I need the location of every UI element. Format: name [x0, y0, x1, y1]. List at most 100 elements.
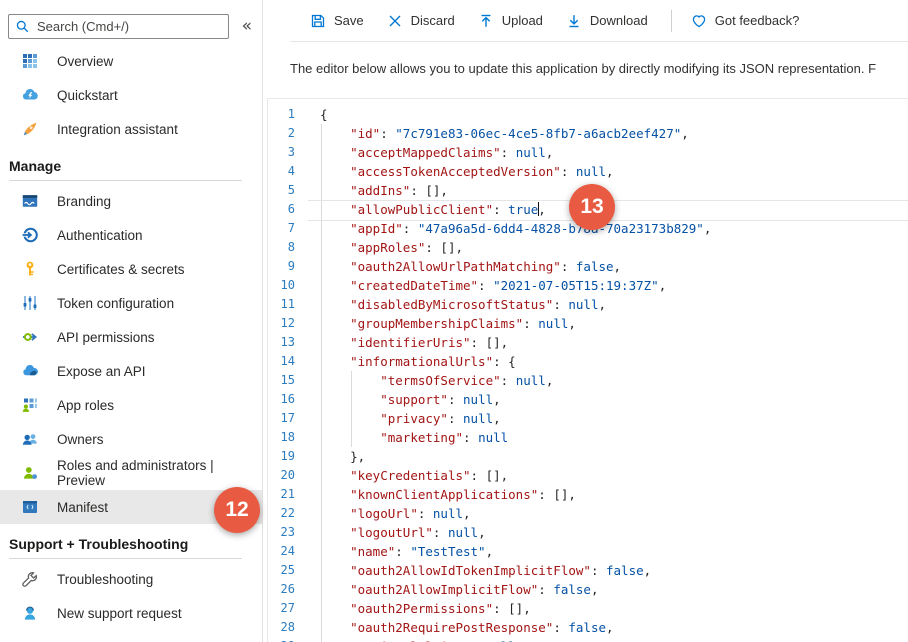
code-line-21[interactable]: 21 "knownClientApplications": [], [268, 485, 908, 504]
sidebar-item-certificates-secrets[interactable]: Certificates & secrets [0, 252, 262, 286]
token-configuration-icon [21, 294, 39, 312]
overview-icon [21, 52, 39, 70]
code-line-25[interactable]: 25 "oauth2AllowIdTokenImplicitFlow": fal… [268, 561, 908, 580]
toolbar-button-label: Download [590, 13, 648, 28]
editor-description: The editor below allows you to update th… [290, 61, 908, 76]
code-line-8[interactable]: 8 "appRoles": [], [268, 238, 908, 257]
code-text: "keyCredentials": [], [295, 466, 508, 485]
line-number: 23 [268, 523, 295, 542]
code-line-16[interactable]: 16 "support": null, [268, 390, 908, 409]
json-manifest-editor[interactable]: 1{2 "id": "7c791e83-06ec-4ce5-8fb7-a6acb… [267, 98, 908, 642]
sidebar: « Overview Quickstart Integration assistan… [0, 0, 263, 642]
code-line-22[interactable]: 22 "logoUrl": null, [268, 504, 908, 523]
toolbar-button-label: Upload [502, 13, 543, 28]
line-number: 21 [268, 485, 295, 504]
line-number: 25 [268, 561, 295, 580]
code-line-9[interactable]: 9 "oauth2AllowUrlPathMatching": false, [268, 257, 908, 276]
search-input[interactable] [35, 18, 222, 35]
got-feedback-button[interactable]: Got feedback? [691, 13, 800, 29]
sidebar-item-token-configuration[interactable]: Token configuration [0, 286, 262, 320]
code-text: "allowPublicClient": true, [295, 200, 546, 219]
sidebar-item-owners[interactable]: Owners [0, 422, 262, 456]
download-button[interactable]: Download [566, 13, 648, 29]
line-number: 2 [268, 124, 295, 143]
code-line-24[interactable]: 24 "name": "TestTest", [268, 542, 908, 561]
line-number: 8 [268, 238, 295, 257]
toolbar-button-label: Save [334, 13, 364, 28]
sidebar-searchbox[interactable] [8, 14, 229, 39]
api-permissions-icon [21, 328, 39, 346]
code-line-27[interactable]: 27 "oauth2Permissions": [], [268, 599, 908, 618]
code-text: "id": "7c791e83-06ec-4ce5-8fb7-a6acb2eef… [295, 124, 689, 143]
code-line-14[interactable]: 14 "informationalUrls": { [268, 352, 908, 371]
code-text: "identifierUris": [], [295, 333, 508, 352]
code-line-4[interactable]: 4 "accessTokenAcceptedVersion": null, [268, 162, 908, 181]
branding-icon [21, 192, 39, 210]
sidebar-item-label: Quickstart [57, 88, 118, 103]
code-line-13[interactable]: 13 "identifierUris": [], [268, 333, 908, 352]
sidebar-item-label: Owners [57, 432, 104, 447]
code-line-1[interactable]: 1{ [268, 105, 908, 124]
sidebar-item-label: Authentication [57, 228, 143, 243]
app-roles-icon [21, 396, 39, 414]
sidebar-item-authentication[interactable]: Authentication [0, 218, 262, 252]
sidebar-collapse-button[interactable]: « [238, 16, 256, 37]
quickstart-icon [21, 86, 39, 104]
integration-assistant-icon [21, 120, 39, 138]
upload-button[interactable]: Upload [478, 13, 543, 29]
code-text: "groupMembershipClaims": null, [295, 314, 576, 333]
code-line-19[interactable]: 19 }, [268, 447, 908, 466]
line-number: 24 [268, 542, 295, 561]
code-line-23[interactable]: 23 "logoutUrl": null, [268, 523, 908, 542]
code-line-26[interactable]: 26 "oauth2AllowImplicitFlow": false, [268, 580, 908, 599]
line-number: 12 [268, 314, 295, 333]
sidebar-section-header: Manage [0, 146, 262, 178]
code-line-2[interactable]: 2 "id": "7c791e83-06ec-4ce5-8fb7-a6acb2e… [268, 124, 908, 143]
sidebar-item-roles-and-administrators-preview[interactable]: Roles and administrators | Preview [0, 456, 262, 490]
sidebar-item-troubleshooting[interactable]: Troubleshooting [0, 562, 262, 596]
code-line-17[interactable]: 17 "privacy": null, [268, 409, 908, 428]
annotation-badge-13: 13 [569, 184, 615, 230]
line-number: 29 [268, 637, 295, 642]
code-text: "logoutUrl": null, [295, 523, 486, 542]
sidebar-section-header: Support + Troubleshooting [0, 524, 262, 556]
code-line-12[interactable]: 12 "groupMembershipClaims": null, [268, 314, 908, 333]
code-text: { [295, 105, 328, 124]
sidebar-item-branding[interactable]: Branding [0, 184, 262, 218]
code-line-20[interactable]: 20 "keyCredentials": [], [268, 466, 908, 485]
code-line-29[interactable]: 29 "optionalClaims": null, [268, 637, 908, 642]
line-number: 19 [268, 447, 295, 466]
code-text: "acceptMappedClaims": null, [295, 143, 553, 162]
sidebar-item-label: Overview [57, 54, 113, 69]
code-text: "oauth2AllowUrlPathMatching": false, [295, 257, 621, 276]
save-button[interactable]: Save [310, 13, 364, 29]
sidebar-item-label: Branding [57, 194, 111, 209]
code-line-15[interactable]: 15 "termsOfService": null, [268, 371, 908, 390]
download-icon [566, 13, 582, 29]
sidebar-item-integration-assistant[interactable]: Integration assistant [0, 112, 262, 146]
sidebar-item-label: Token configuration [57, 296, 174, 311]
section-divider [9, 180, 242, 181]
code-lines: 1{2 "id": "7c791e83-06ec-4ce5-8fb7-a6acb… [268, 99, 908, 642]
sidebar-item-new-support-request[interactable]: New support request [0, 596, 262, 630]
sidebar-item-label: Manifest [57, 500, 108, 515]
toolbar-separator [671, 10, 672, 32]
code-text: "privacy": null, [295, 409, 501, 428]
sidebar-search-row: « [0, 0, 262, 44]
sidebar-sections: Manage Branding Authentication Certificates… [0, 146, 262, 630]
line-number: 15 [268, 371, 295, 390]
code-text: "oauth2RequirePostResponse": false, [295, 618, 614, 637]
code-line-11[interactable]: 11 "disabledByMicrosoftStatus": null, [268, 295, 908, 314]
code-line-3[interactable]: 3 "acceptMappedClaims": null, [268, 143, 908, 162]
sidebar-item-app-roles[interactable]: App roles [0, 388, 262, 422]
sidebar-item-quickstart[interactable]: Quickstart [0, 78, 262, 112]
sidebar-item-expose-an-api[interactable]: Expose an API [0, 354, 262, 388]
code-line-10[interactable]: 10 "createdDateTime": "2021-07-05T15:19:… [268, 276, 908, 295]
sidebar-item-overview[interactable]: Overview [0, 44, 262, 78]
code-line-28[interactable]: 28 "oauth2RequirePostResponse": false, [268, 618, 908, 637]
discard-button[interactable]: Discard [387, 13, 455, 29]
code-line-18[interactable]: 18 "marketing": null [268, 428, 908, 447]
line-number: 17 [268, 409, 295, 428]
sidebar-item-api-permissions[interactable]: API permissions [0, 320, 262, 354]
sidebar-item-label: Certificates & secrets [57, 262, 185, 277]
